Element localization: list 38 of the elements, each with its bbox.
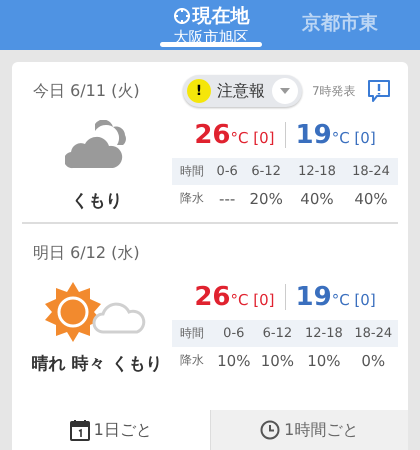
table-cell: 10% <box>299 347 349 374</box>
table-cell: 18-24 <box>348 320 398 347</box>
table-cell: 40% <box>290 185 344 212</box>
table-cell: 0% <box>348 347 398 374</box>
low-temperature: 19°C [0] <box>296 120 376 150</box>
table-cell: --- <box>212 185 242 212</box>
row-header: 時間 <box>172 158 212 185</box>
dropdown-icon <box>271 77 299 105</box>
clock-icon <box>260 420 280 440</box>
row-header: 降水 <box>172 347 212 374</box>
cloudy-icon <box>65 120 129 170</box>
forecast-date: 明日 6/12 (水) <box>32 242 141 264</box>
high-temperature: 26°C [0] <box>194 120 274 150</box>
table-cell: 12-18 <box>299 320 349 347</box>
message-icon[interactable] <box>366 78 392 104</box>
table-cell: 0-6 <box>212 320 256 347</box>
forecast-date: 今日 6/11 (火) <box>32 80 141 102</box>
location-icon <box>172 7 190 25</box>
issued-time: 7時発表 <box>312 82 356 100</box>
table-cell: 10% <box>256 347 300 374</box>
advisory-button[interactable]: ! 注意報 <box>183 75 302 107</box>
high-temperature: 26°C [0] <box>194 282 274 312</box>
table-cell: 10% <box>212 347 256 374</box>
row-header: 降水 <box>172 185 212 212</box>
table-cell: 12-18 <box>290 158 344 185</box>
table-cell: 6-12 <box>256 320 300 347</box>
weather-label: 晴れ 時々 くもり <box>32 353 162 375</box>
view-tab[interactable]: 1時間ごと <box>210 410 408 450</box>
table-cell: 40% <box>344 185 398 212</box>
low-temperature: 19°C [0] <box>296 282 376 312</box>
table-cell: 0-6 <box>212 158 242 185</box>
calendar-icon <box>70 419 90 441</box>
warning-mark: ! <box>187 79 211 103</box>
table-cell: 20% <box>242 185 290 212</box>
table-cell: 18-24 <box>344 158 398 185</box>
table-cell: 6-12 <box>242 158 290 185</box>
weather-label: くもり <box>72 190 122 212</box>
row-header: 時間 <box>172 320 212 347</box>
